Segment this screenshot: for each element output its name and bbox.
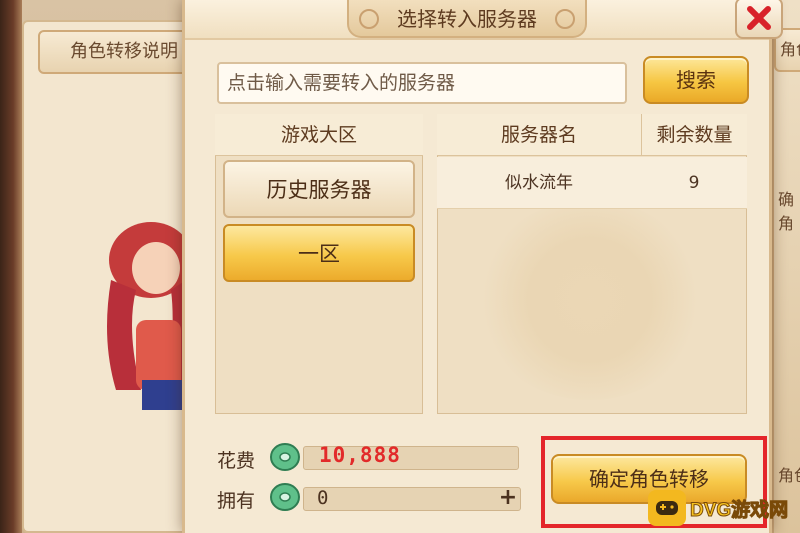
character-portrait xyxy=(107,222,193,410)
background-edge xyxy=(0,0,22,533)
plus-icon[interactable]: + xyxy=(497,487,519,510)
background-right-panel xyxy=(772,0,800,533)
server-row[interactable]: 似水流年 9 xyxy=(437,157,747,209)
watermark-text: DVG游戏网 xyxy=(689,499,789,521)
dialog-title: 选择转入服务器 xyxy=(397,7,537,31)
background-right-text: 确角 xyxy=(778,190,795,233)
owned-bar xyxy=(303,487,521,511)
column-header-server-name: 服务器名 xyxy=(500,124,577,146)
zone-item-history-servers[interactable]: 历史服务器 xyxy=(223,160,415,218)
jade-coin-icon xyxy=(270,443,300,471)
cost-label: 花费 xyxy=(217,450,256,472)
server-list-header: 服务器名 剩余数量 xyxy=(437,114,747,156)
zone-list-header: 游戏大区 xyxy=(215,114,423,156)
server-name: 似水流年 xyxy=(505,173,573,193)
server-remaining-count: 9 xyxy=(688,173,700,193)
jade-coin-icon xyxy=(270,483,300,511)
server-search-input[interactable] xyxy=(217,62,627,104)
close-x-icon xyxy=(747,6,771,30)
close-button[interactable] xyxy=(735,0,783,39)
site-watermark: DVG游戏网 xyxy=(648,488,798,528)
gamepad-icon xyxy=(648,490,686,526)
search-button[interactable]: 搜索 xyxy=(643,56,749,104)
select-server-dialog: 选择转入服务器 搜索 游戏大区 历史服务器 一区 服务器名 剩余数量 似水流年 … xyxy=(182,0,783,533)
column-header-remaining: 剩余数量 xyxy=(641,114,747,156)
background-tab-transfer-info: 角色转移说明 xyxy=(38,30,198,74)
cost-value: 10,888 xyxy=(319,443,401,467)
zone-item-zone-1[interactable]: 一区 xyxy=(223,224,415,282)
owned-label: 拥有 xyxy=(217,490,256,512)
owned-value: 0 xyxy=(317,487,329,509)
background-right-text-2: 角色 xyxy=(778,466,800,485)
emblem-watermark-icon xyxy=(475,200,705,400)
